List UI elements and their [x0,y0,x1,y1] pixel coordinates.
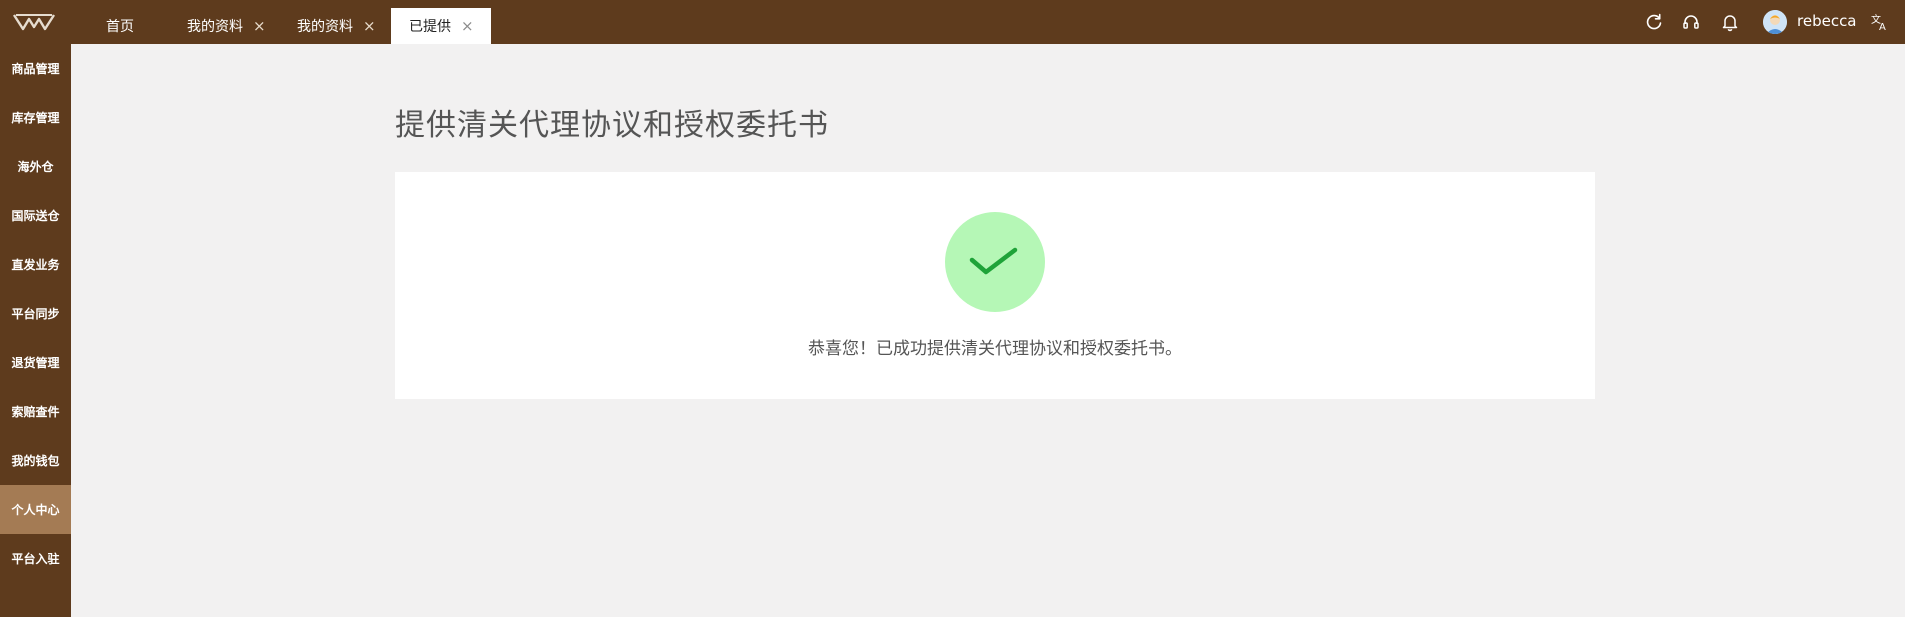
sidebar-item-my-wallet[interactable]: 我的钱包 [0,436,71,485]
success-check-icon [945,212,1045,312]
sidebar-item-label: 商品管理 [11,62,60,76]
sidebar-item-label: 平台同步 [11,307,60,321]
brand-logo-icon[interactable] [12,12,56,32]
tab-label: 我的资料 [187,19,243,35]
sidebar-item-label: 库存管理 [11,111,60,125]
sidebar-item-personal-center[interactable]: 个人中心 [0,485,71,534]
user-avatar-icon [1763,10,1787,34]
sidebar-item-overseas-warehouse[interactable]: 海外仓 [0,142,71,191]
sidebar-item-label: 国际送仓 [11,209,60,223]
close-icon[interactable]: × [461,18,474,34]
avatar[interactable] [1763,10,1787,34]
refresh-icon[interactable] [1644,12,1664,32]
tab-provided[interactable]: 已提供 × [391,8,491,44]
sidebar-item-international-delivery[interactable]: 国际送仓 [0,191,71,240]
tab-label: 我的资料 [297,19,353,35]
sidebar-item-label: 索赔查件 [11,405,60,419]
svg-text:A: A [1879,22,1886,32]
username[interactable]: rebecca [1797,12,1857,30]
close-icon[interactable]: × [253,18,266,34]
page-title: 提供清关代理协议和授权委托书 [395,108,829,143]
bell-icon[interactable] [1720,12,1740,32]
sidebar-item-returns-management[interactable]: 退货管理 [0,338,71,387]
sidebar-item-claims-tracking[interactable]: 索赔查件 [0,387,71,436]
translate-icon[interactable]: 文 A [1870,12,1890,32]
top-bar: 首页 我的资料 × 我的资料 × 已提供 × rebecca 文 A [0,0,1905,44]
sidebar: 商品管理 库存管理 海外仓 国际送仓 直发业务 平台同步 退货管理 索赔查件 我… [0,44,71,617]
sidebar-item-label: 我的钱包 [11,454,60,468]
success-message: 恭喜您！已成功提供清关代理协议和授权委托书。 [808,339,1182,359]
close-icon[interactable]: × [363,18,376,34]
sidebar-item-inventory-management[interactable]: 库存管理 [0,93,71,142]
checkmark-icon [969,247,1018,275]
sidebar-item-label: 海外仓 [17,160,54,174]
sidebar-item-label: 个人中心 [11,503,60,517]
sidebar-item-product-management[interactable]: 商品管理 [0,44,71,93]
sidebar-item-direct-shipping[interactable]: 直发业务 [0,240,71,289]
tab-label: 已提供 [409,19,451,35]
sidebar-item-label: 直发业务 [11,258,60,272]
sidebar-item-label: 退货管理 [11,356,60,370]
tab-label: 首页 [106,19,134,35]
sidebar-item-platform-onboarding[interactable]: 平台入驻 [0,534,71,583]
tab-home[interactable]: 首页 [106,8,166,44]
sidebar-item-platform-sync[interactable]: 平台同步 [0,289,71,338]
success-card: 恭喜您！已成功提供清关代理协议和授权委托书。 [395,172,1595,399]
headset-icon[interactable] [1681,12,1701,32]
tab-profile-2[interactable]: 我的资料 × [297,8,387,44]
sidebar-item-label: 平台入驻 [11,552,60,566]
tab-profile-1[interactable]: 我的资料 × [187,8,277,44]
